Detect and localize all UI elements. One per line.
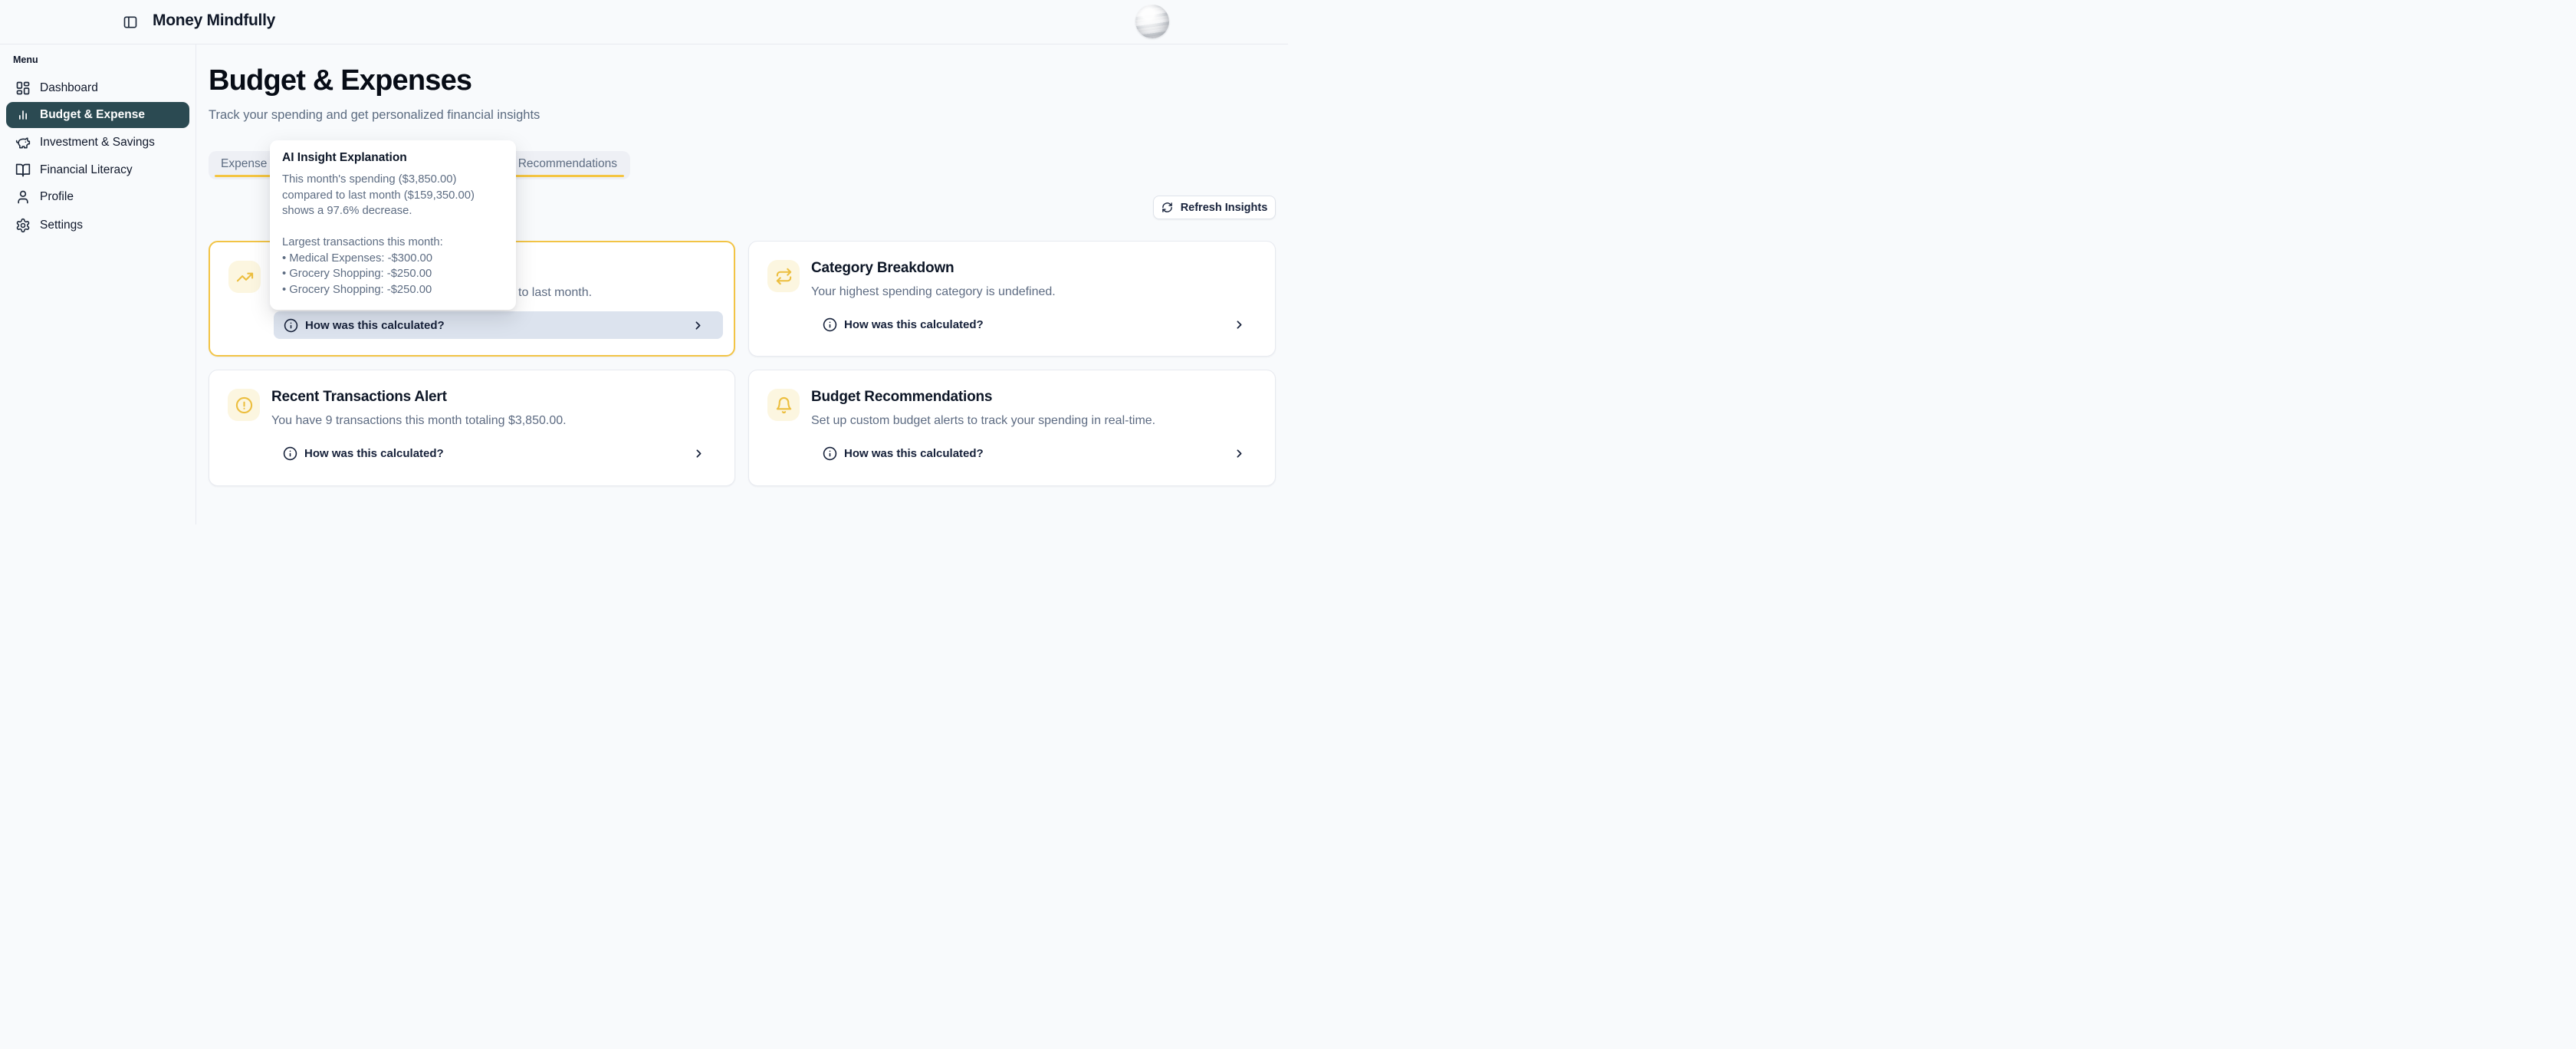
avatar[interactable] bbox=[1135, 5, 1169, 38]
how-calculated-row[interactable]: How was this calculated? bbox=[813, 311, 1264, 338]
repeat-icon bbox=[767, 260, 800, 292]
card-recent-transactions-alert: Recent Transactions Alert You have 9 tra… bbox=[209, 370, 735, 486]
sidebar: Menu Dashboard Budget & Expense Investme… bbox=[0, 44, 196, 524]
refresh-icon bbox=[1162, 202, 1173, 213]
card-title: Category Breakdown bbox=[811, 260, 954, 277]
info-icon bbox=[823, 446, 837, 461]
info-icon bbox=[823, 317, 837, 332]
popover-body: This month's spending ($3,850.00) compar… bbox=[282, 172, 504, 298]
refresh-insights-button[interactable]: Refresh Insights bbox=[1153, 196, 1276, 219]
sidebar-section-label: Menu bbox=[13, 54, 38, 65]
sidebar-item-investment-savings[interactable]: Investment & Savings bbox=[6, 130, 189, 156]
chevron-right-icon bbox=[1233, 318, 1246, 331]
sidebar-item-budget-expense[interactable]: Budget & Expense bbox=[6, 102, 189, 128]
card-budget-recommendations: Budget Recommendations Set up custom bud… bbox=[748, 370, 1276, 486]
alert-circle-icon bbox=[228, 389, 260, 421]
card-description: You have 9 transactions this month total… bbox=[271, 414, 567, 428]
app-root: Money Mindfully Menu Dashboard Budget & … bbox=[0, 0, 1288, 524]
popover-title: AI Insight Explanation bbox=[282, 151, 504, 165]
sidebar-item-label: Financial Literacy bbox=[40, 163, 133, 177]
sidebar-item-settings[interactable]: Settings bbox=[6, 212, 189, 238]
chevron-right-icon bbox=[692, 447, 705, 460]
sidebar-item-label: Budget & Expense bbox=[40, 108, 145, 122]
book-open-icon bbox=[15, 163, 31, 178]
card-category-breakdown: Category Breakdown Your highest spending… bbox=[748, 241, 1276, 357]
sidebar-toggle-button[interactable] bbox=[123, 15, 138, 30]
card-description-fragment: to last month. bbox=[518, 286, 592, 300]
bell-icon bbox=[767, 389, 800, 421]
info-icon bbox=[284, 318, 298, 333]
sidebar-item-label: Profile bbox=[40, 190, 74, 204]
sidebar-item-label: Dashboard bbox=[40, 81, 98, 95]
sidebar-item-dashboard[interactable]: Dashboard bbox=[6, 75, 189, 101]
chevron-right-icon bbox=[1233, 447, 1246, 460]
info-icon bbox=[283, 446, 297, 461]
trending-up-icon bbox=[228, 261, 261, 293]
how-calculated-label: How was this calculated? bbox=[305, 319, 445, 332]
bar-chart-icon bbox=[15, 107, 31, 123]
how-calculated-row[interactable]: How was this calculated? bbox=[273, 439, 724, 467]
card-title: Recent Transactions Alert bbox=[271, 389, 447, 406]
top-header: Money Mindfully bbox=[0, 0, 1288, 44]
how-calculated-row[interactable]: How was this calculated? bbox=[813, 439, 1264, 467]
sidebar-item-label: Settings bbox=[40, 219, 83, 232]
chevron-right-icon bbox=[692, 319, 705, 332]
card-title: Budget Recommendations bbox=[811, 389, 992, 406]
how-calculated-label: How was this calculated? bbox=[304, 447, 444, 460]
card-description: Your highest spending category is undefi… bbox=[811, 285, 1056, 299]
how-calculated-label: How was this calculated? bbox=[844, 318, 984, 331]
dashboard-grid-icon bbox=[15, 81, 31, 96]
sidebar-item-profile[interactable]: Profile bbox=[6, 184, 189, 210]
app-title: Money Mindfully bbox=[153, 12, 275, 30]
piggy-bank-icon bbox=[15, 135, 31, 150]
page-subtitle: Track your spending and get personalized… bbox=[209, 108, 540, 123]
how-calculated-row[interactable]: How was this calculated? bbox=[274, 311, 723, 339]
card-description: Set up custom budget alerts to track you… bbox=[811, 414, 1155, 428]
page-title: Budget & Expenses bbox=[209, 64, 472, 97]
refresh-insights-label: Refresh Insights bbox=[1181, 202, 1268, 214]
panel-left-icon bbox=[123, 21, 138, 32]
ai-insight-popover: AI Insight Explanation This month's spen… bbox=[270, 140, 516, 310]
user-icon bbox=[15, 189, 31, 205]
sidebar-item-financial-literacy[interactable]: Financial Literacy bbox=[6, 157, 189, 183]
sidebar-item-label: Investment & Savings bbox=[40, 136, 155, 150]
how-calculated-label: How was this calculated? bbox=[844, 447, 984, 460]
gear-icon bbox=[15, 218, 31, 233]
